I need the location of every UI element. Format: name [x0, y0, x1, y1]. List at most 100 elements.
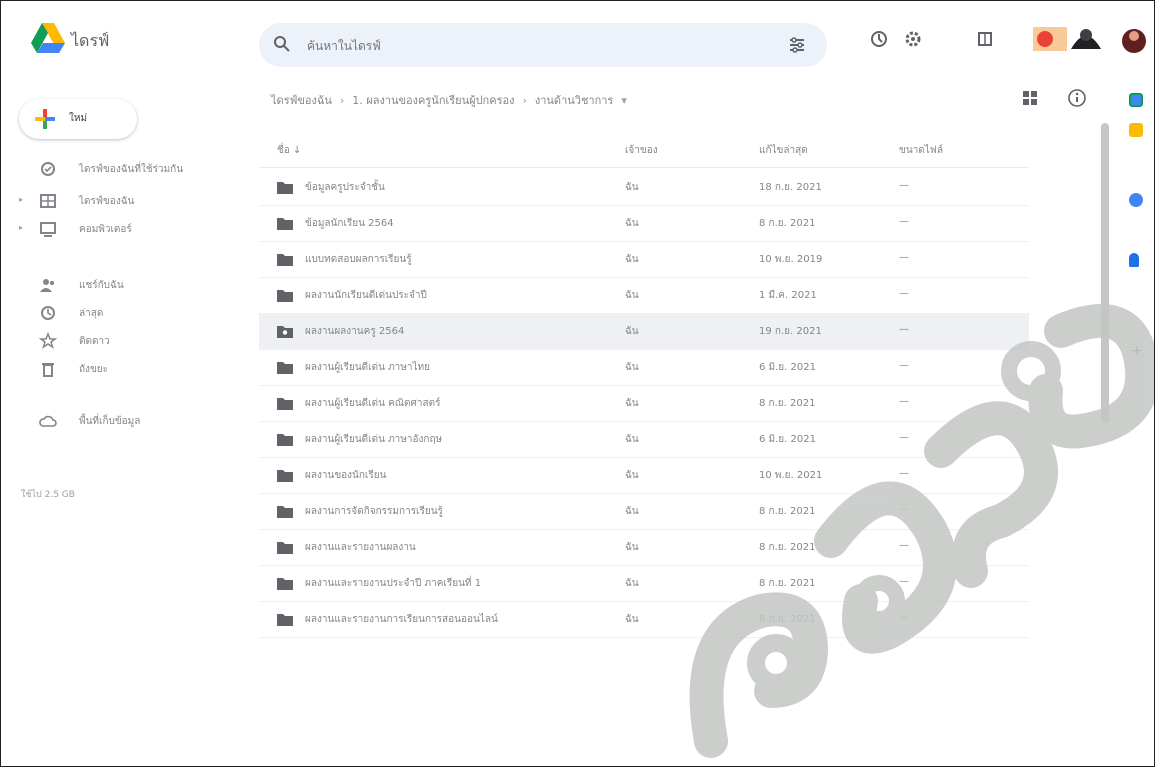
sort-arrow-icon[interactable]: ↓	[293, 145, 301, 156]
grid-view-icon[interactable]	[1021, 89, 1039, 107]
table-row[interactable]: ผลงานและรายงานผลงาน ฉัน 8 ก.ย. 2021 —	[259, 529, 1029, 566]
sidebar-item-trash[interactable]: ถังขยะ	[1, 355, 256, 383]
file-modified: 8 ก.ย. 2021	[759, 614, 816, 625]
search-input[interactable]	[305, 34, 749, 58]
file-name: ผลงานผู้เรียนดีเด่น ภาษาอังกฤษ	[305, 434, 443, 445]
file-name: ผลงานนักเรียนดีเด่นประจำปี	[305, 290, 427, 301]
file-name: ผลงานผู้เรียนดีเด่น คณิตศาสตร์	[305, 398, 441, 409]
calendar-icon[interactable]	[1129, 93, 1143, 107]
file-modified: 6 มิ.ย. 2021	[759, 434, 816, 445]
file-owner: ฉัน	[625, 434, 639, 445]
folder-icon	[277, 434, 293, 446]
file-name: ผลงานผลงานครู 2564	[305, 326, 405, 337]
file-modified: 8 ก.ย. 2021	[759, 506, 816, 517]
table-row[interactable]: ผลงานนักเรียนดีเด่นประจำปี ฉัน 1 มี.ค. 202…	[259, 277, 1029, 314]
file-name: ผลงานการจัดกิจกรรมการเรียนรู้	[305, 506, 443, 517]
sidebar-item-label: พื้นที่เก็บข้อมูล	[79, 416, 141, 427]
search-icon[interactable]	[273, 35, 291, 53]
table-row[interactable]: ข้อมูลนักเรียน 2564 ฉัน 8 ก.ย. 2021 —	[259, 205, 1029, 242]
table-row[interactable]: ผลงานผู้เรียนดีเด่น คณิตศาสตร์ ฉัน 8 ก.ย. …	[259, 385, 1029, 422]
new-button-label: ใหม่	[69, 113, 88, 124]
table-row[interactable]: แบบทดสอบผลการเรียนรู้ ฉัน 10 พ.ย. 2019 —	[259, 241, 1029, 278]
sidebar-item-label: ไดรฟ์ของฉันที่ใช้ร่วมกัน	[79, 164, 184, 175]
drive-logo-icon[interactable]	[31, 23, 65, 53]
file-size: —	[899, 540, 909, 551]
file-modified: 8 ก.ย. 2021	[759, 578, 816, 589]
file-size: —	[899, 288, 909, 299]
search-bar[interactable]	[259, 23, 827, 67]
file-name: ผลงานของนักเรียน	[305, 470, 387, 481]
file-modified: 6 มิ.ย. 2021	[759, 362, 816, 373]
sidebar-item-starred[interactable]: ติดดาว	[1, 327, 256, 355]
sidebar-item-shared[interactable]: แชร์กับฉัน	[1, 271, 256, 299]
file-modified: 8 ก.ย. 2021	[759, 218, 816, 229]
scrollbar[interactable]	[1101, 123, 1109, 423]
file-size: —	[899, 612, 909, 623]
breadcrumb-item[interactable]: ไดรฟ์ของฉัน	[271, 94, 332, 107]
folder-icon	[277, 506, 293, 518]
table-row[interactable]: ผลงานและรายงานประจำปี ภาคเรียนที่ 1 ฉัน 8 …	[259, 565, 1029, 602]
offline-status-icon[interactable]	[869, 29, 889, 49]
folder-icon	[277, 254, 293, 266]
account-avatars[interactable]	[1031, 19, 1151, 59]
file-size: —	[899, 324, 909, 335]
breadcrumb-item[interactable]: 1. ผลงานของครูนักเรียนผู้ปกครอง	[352, 94, 514, 107]
sidebar-item-my-drive[interactable]: ▸ ไดรฟ์ของฉัน	[1, 187, 256, 215]
file-size: —	[899, 576, 909, 587]
sidebar-item-label: ติดดาว	[79, 336, 110, 347]
column-header-modified[interactable]: แก้ไขล่าสุด	[759, 143, 808, 158]
file-owner: ฉัน	[625, 578, 639, 589]
apps-grid-icon[interactable]	[975, 29, 995, 49]
add-addon-icon[interactable]: +	[1131, 343, 1143, 359]
expand-caret-icon[interactable]: ▸	[19, 195, 23, 204]
column-header-size[interactable]: ขนาดไฟล์	[899, 143, 943, 158]
sidebar-item-label: แชร์กับฉัน	[79, 280, 124, 291]
folder-icon	[277, 542, 293, 554]
folder-icon	[277, 398, 293, 410]
sidebar-item-label: ถังขยะ	[79, 364, 109, 375]
file-owner: ฉัน	[625, 614, 639, 625]
column-header-owner[interactable]: เจ้าของ	[625, 143, 658, 158]
file-size: —	[899, 360, 909, 371]
new-button[interactable]: ใหม่	[19, 99, 137, 139]
table-row[interactable]: ผลงานผู้เรียนดีเด่น ภาษาอังกฤษ ฉัน 6 มิ.ย.…	[259, 421, 1029, 458]
file-size: —	[899, 180, 909, 191]
breadcrumb-separator-icon: ›	[522, 94, 527, 107]
table-row[interactable]: ผลงานผลงานครู 2564 ฉัน 19 ก.ย. 2021 —	[259, 313, 1029, 350]
computers-icon	[40, 222, 56, 237]
settings-icon[interactable]	[903, 29, 923, 49]
priority-icon	[41, 162, 55, 176]
table-row[interactable]: ผลงานผู้เรียนดีเด่น ภาษาไทย ฉัน 6 มิ.ย. 20…	[259, 349, 1029, 386]
cloud-icon	[39, 415, 57, 427]
tasks-icon[interactable]	[1129, 193, 1143, 207]
drive-window: ไดรฟ์ ค้นหาในไดรฟ์ ใหม่ ไดรฟ์ของฉันที่ใช…	[0, 0, 1155, 767]
file-owner: ฉัน	[625, 290, 639, 301]
plus-icon	[35, 109, 55, 129]
table-row[interactable]: ผลงานการจัดกิจกรรมการเรียนรู้ ฉัน 8 ก.ย. 2…	[259, 493, 1029, 530]
column-header-name[interactable]: ชื่อ ↓	[277, 143, 301, 158]
info-icon[interactable]	[1067, 88, 1087, 108]
breadcrumb-item-current[interactable]: งานด้านวิชาการ	[535, 94, 613, 107]
file-size: —	[899, 432, 909, 443]
expand-caret-icon[interactable]: ▸	[19, 223, 23, 232]
app-name[interactable]: ไดรฟ์	[71, 29, 109, 54]
keep-icon[interactable]	[1129, 123, 1143, 137]
sidebar-item-computers[interactable]: ▸ คอมพิวเตอร์	[1, 215, 256, 243]
table-row[interactable]: ข้อมูลครูประจำชั้น ฉัน 18 ก.ย. 2021 —	[259, 169, 1029, 206]
sidebar-item-priority[interactable]: ไดรฟ์ของฉันที่ใช้ร่วมกัน	[1, 155, 256, 183]
file-modified: 8 ก.ย. 2021	[759, 398, 816, 409]
sidebar-item-recent[interactable]: ล่าสุด	[1, 299, 256, 327]
sidebar-item-storage[interactable]: พื้นที่เก็บข้อมูล	[1, 407, 256, 435]
side-panel-rail: +	[1119, 81, 1154, 766]
contacts-icon[interactable]	[1129, 253, 1139, 267]
breadcrumb-dropdown-icon[interactable]: ▾	[621, 94, 627, 107]
star-icon	[39, 332, 57, 349]
file-owner: ฉัน	[625, 542, 639, 553]
table-row[interactable]: ผลงานของนักเรียน ฉัน 10 พ.ย. 2021 —	[259, 457, 1029, 494]
search-options-icon[interactable]	[787, 35, 807, 55]
folder-icon	[277, 470, 293, 482]
file-size: —	[899, 468, 909, 479]
file-size: —	[899, 252, 909, 263]
sidebar-item-label: คอมพิวเตอร์	[79, 224, 132, 235]
table-row[interactable]: ผลงานและรายงานการเรียนการสอนออนไลน์ ฉัน 8 …	[259, 601, 1029, 638]
